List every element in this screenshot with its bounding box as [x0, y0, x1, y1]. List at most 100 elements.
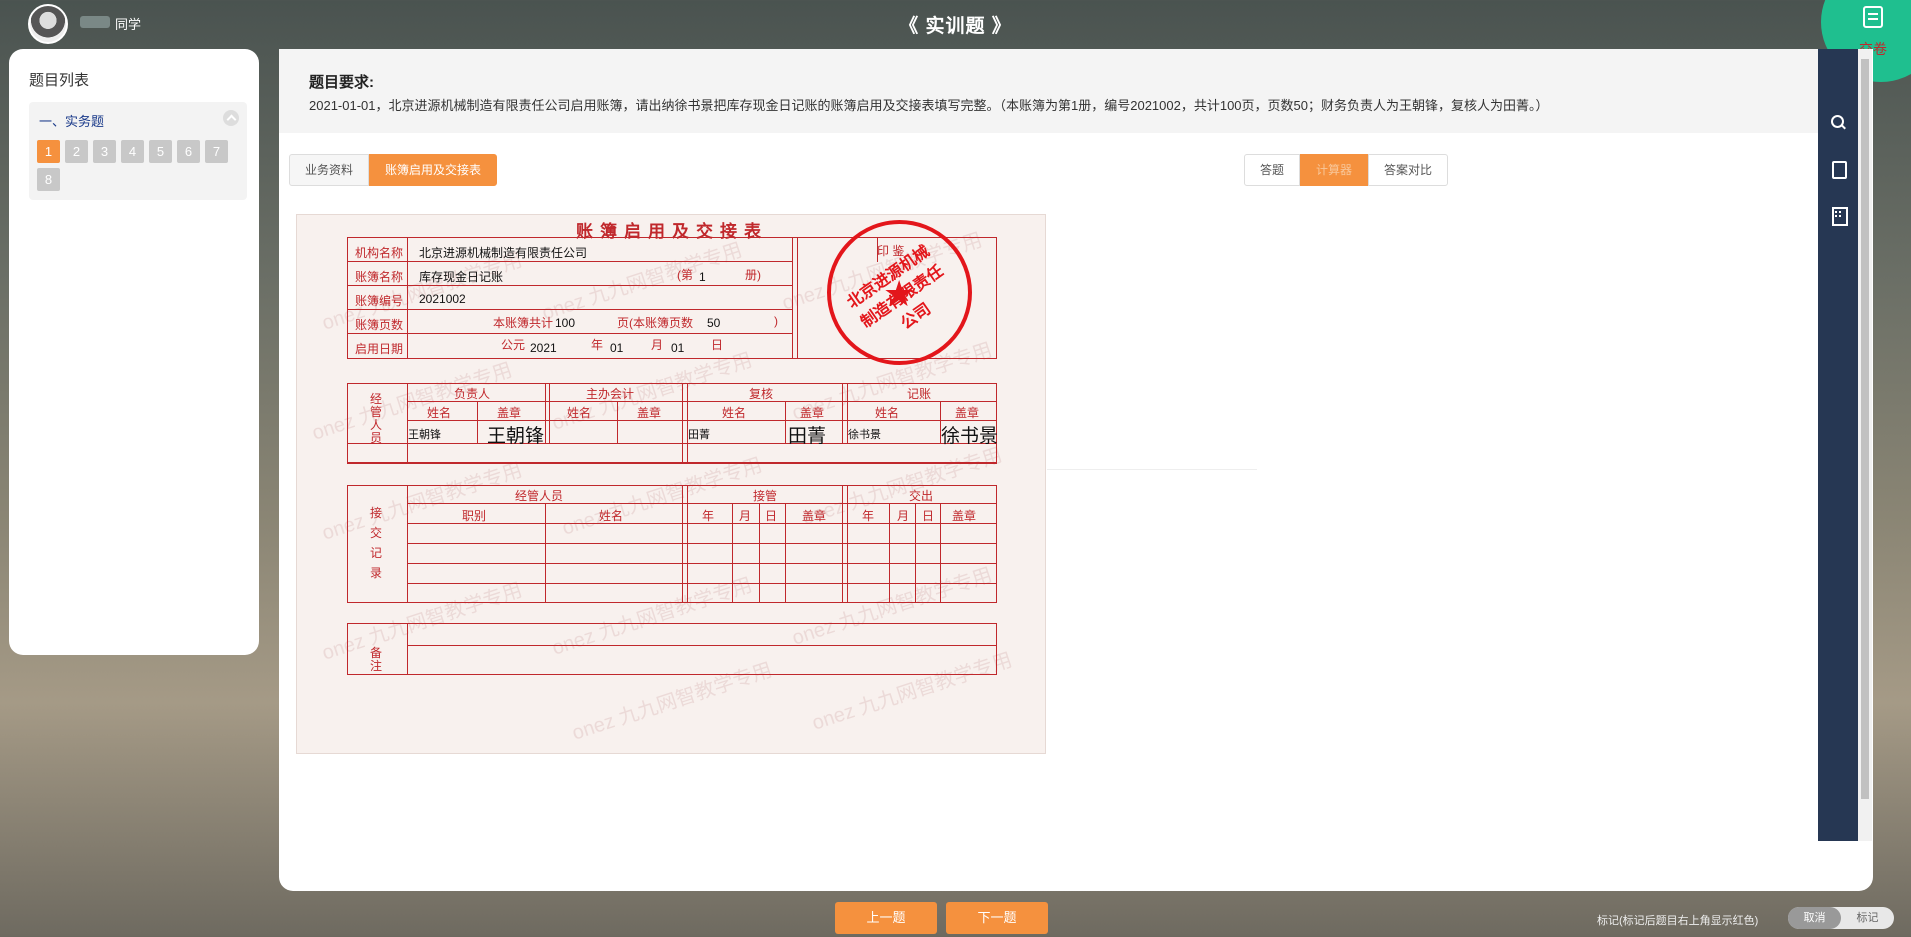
- head-name[interactable]: 王朝锋: [408, 426, 441, 442]
- ledger-handover-form: onez 九九网智教学专用 onez 九九网智教学专用 onez 九九网智教学专…: [296, 214, 1046, 754]
- pages-total-prefix: 本账簿共计: [493, 316, 554, 330]
- org-value[interactable]: 北京进源机械制造有限责任公司: [419, 244, 587, 261]
- question-number-button[interactable]: 2: [65, 140, 88, 163]
- question-number-button[interactable]: 6: [177, 140, 200, 163]
- post-header: 职别: [462, 509, 487, 523]
- day-label: 日: [711, 338, 724, 352]
- month-header: 月: [739, 509, 752, 523]
- section-title[interactable]: 一、实务题: [39, 111, 104, 130]
- tab-ledger-handover-form[interactable]: 账簿启用及交接表: [369, 154, 498, 186]
- day-header: 日: [922, 509, 935, 523]
- year-label: 年: [591, 338, 604, 352]
- submit-icon: [1863, 6, 1883, 28]
- mark-cancel-option[interactable]: 取消: [1788, 907, 1841, 929]
- remark-box[interactable]: [347, 623, 997, 675]
- reviewer-signature: 田菁: [788, 425, 827, 447]
- question-number-list: 1 2 3 4 5 6 7 8: [37, 140, 247, 196]
- tab-answer[interactable]: 答题: [1244, 154, 1301, 186]
- question-number-button[interactable]: 1: [37, 140, 60, 163]
- bookkeeper-signature: 徐书景: [941, 425, 999, 447]
- stamp-header: 盖章: [637, 406, 662, 420]
- name-header: 姓名: [722, 406, 747, 420]
- prev-question-button[interactable]: 上一题: [835, 902, 937, 934]
- year-header: 年: [702, 509, 715, 523]
- chief-accountant-header: 主办会计: [586, 387, 635, 401]
- right-toolbar: [1818, 49, 1858, 841]
- stamp-header: 盖章: [955, 406, 980, 420]
- year-value[interactable]: 2021: [530, 341, 557, 355]
- requirement-text: 2021-01-01，北京进源机械制造有限责任公司启用账簿，请出纳徐书景把库存现…: [309, 98, 1549, 113]
- book-label: 账簿名称: [355, 270, 404, 284]
- stamp-header: 盖章: [802, 509, 827, 523]
- date-prefix: 公元: [501, 338, 526, 352]
- mark-hint: 标记(标记后题目右上角显示红色): [1597, 915, 1759, 927]
- scrollbar[interactable]: [1858, 49, 1872, 841]
- remark-label: 备注: [369, 646, 382, 673]
- divider: [1047, 469, 1257, 470]
- managers-grid: [347, 383, 997, 463]
- staff-header: 经管人员: [515, 489, 564, 503]
- org-label: 机构名称: [355, 246, 404, 260]
- question-number-button[interactable]: 4: [121, 140, 144, 163]
- name-header: 姓名: [875, 406, 900, 420]
- answer-tabs: 答题 计算器 答案对比: [1244, 154, 1449, 186]
- question-number-button[interactable]: 7: [205, 140, 228, 163]
- stamp-header: 盖章: [497, 406, 522, 420]
- stamp-header: 盖章: [952, 509, 977, 523]
- material-tabs: 业务资料 账簿启用及交接表: [289, 154, 498, 186]
- book-value[interactable]: 库存现金日记账: [419, 268, 503, 285]
- pages-end-label: ): [774, 314, 778, 328]
- page-title: 《 实训题 》: [899, 16, 1012, 37]
- question-list-panel: 题目列表 一、实务题 1 2 3 4 5 6 7 8: [9, 49, 259, 655]
- company-seal: 北京进源机械制造有限责任公司 ★: [827, 220, 972, 365]
- book-number-value[interactable]: 2021002: [419, 292, 466, 306]
- month-label: 月: [651, 338, 664, 352]
- bookkeeper-name[interactable]: 徐书景: [848, 426, 881, 442]
- pages-label: 账簿页数: [355, 318, 404, 332]
- mark-toggle[interactable]: 取消 标记: [1788, 907, 1894, 929]
- name-header: 姓名: [427, 406, 452, 420]
- next-question-button[interactable]: 下一题: [946, 902, 1048, 934]
- month-value[interactable]: 01: [610, 341, 623, 355]
- tab-business-material[interactable]: 业务资料: [289, 154, 370, 186]
- name-header: 姓名: [567, 406, 592, 420]
- mark-on-option[interactable]: 标记: [1841, 907, 1894, 929]
- search-icon[interactable]: [1826, 111, 1850, 135]
- name-header: 姓名: [599, 509, 624, 523]
- main-content: 题目要求: 2021-01-01，北京进源机械制造有限责任公司启用账簿，请出纳徐…: [279, 49, 1873, 891]
- volume-value[interactable]: 1: [699, 270, 706, 284]
- requirement-box: 题目要求: 2021-01-01，北京进源机械制造有限责任公司启用账簿，请出纳徐…: [279, 49, 1819, 133]
- head-header: 负责人: [454, 387, 491, 401]
- chevron-up-icon[interactable]: [223, 110, 239, 126]
- take-over-header: 接管: [753, 489, 778, 503]
- question-number-button[interactable]: 3: [93, 140, 116, 163]
- question-number-button[interactable]: 8: [37, 168, 60, 191]
- top-bar: 同学 《 实训题 》 交卷: [0, 0, 1911, 82]
- tab-calculator[interactable]: 计算器: [1300, 154, 1369, 186]
- tab-answer-compare[interactable]: 答案对比: [1368, 154, 1449, 186]
- pages-total-value[interactable]: 100: [555, 316, 575, 330]
- bookkeeper-header: 记账: [907, 387, 932, 401]
- date-label: 启用日期: [355, 342, 404, 356]
- managers-side-label: 经管人员: [369, 392, 382, 445]
- book-number-label: 账簿编号: [355, 294, 404, 308]
- handover-side-label: 接交记录: [369, 506, 382, 580]
- month-header: 月: [897, 509, 910, 523]
- calculator-icon[interactable]: [1826, 203, 1850, 227]
- stamp-header: 盖章: [800, 406, 825, 420]
- pages-count-value[interactable]: 50: [707, 316, 720, 330]
- scrollbar-thumb[interactable]: [1861, 59, 1869, 799]
- hand-over-header: 交出: [909, 489, 934, 503]
- pages-mid-label: 页(本账簿页数: [617, 316, 693, 330]
- reviewer-name[interactable]: 田菁: [688, 426, 710, 442]
- document-icon[interactable]: [1826, 157, 1850, 181]
- requirement-title: 题目要求:: [309, 74, 374, 91]
- head-signature: 王朝锋: [487, 425, 545, 447]
- day-value[interactable]: 01: [671, 341, 684, 355]
- volume-prefix: (第: [677, 268, 693, 282]
- year-header: 年: [862, 509, 875, 523]
- question-number-button[interactable]: 5: [149, 140, 172, 163]
- reviewer-header: 复核: [749, 387, 774, 401]
- question-section: 一、实务题 1 2 3 4 5 6 7 8: [29, 102, 247, 200]
- star-icon: ★: [883, 273, 916, 314]
